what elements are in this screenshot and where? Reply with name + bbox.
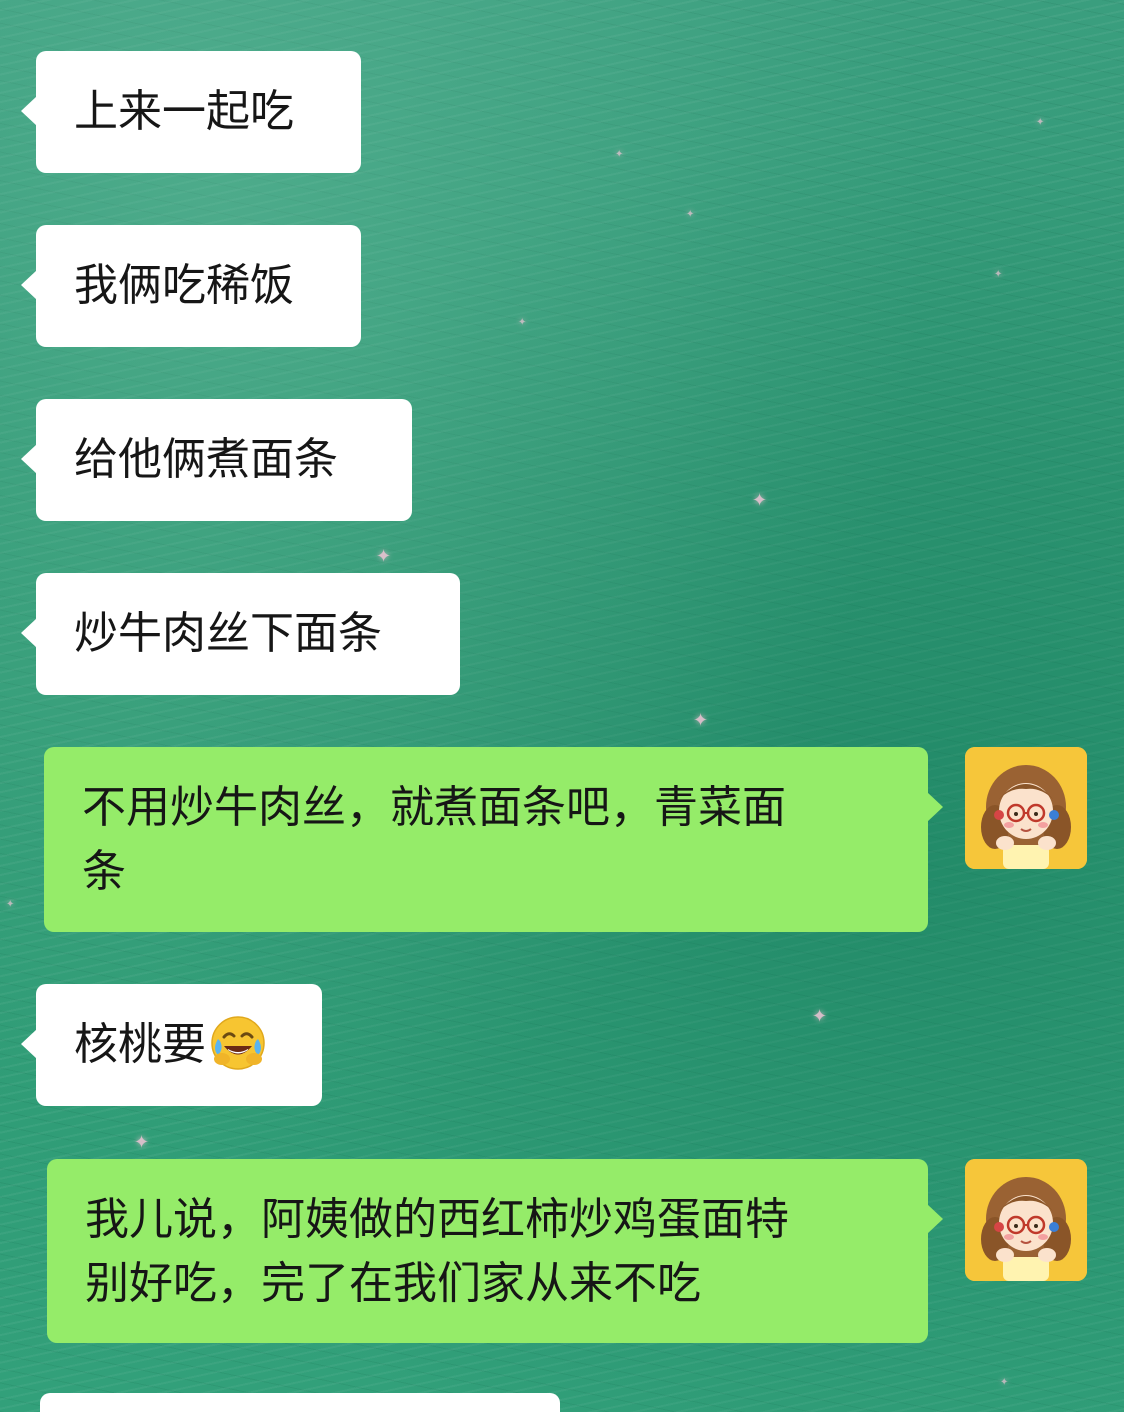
partial-message-bubble[interactable] [40, 1393, 560, 1412]
sparkle-icon: ✦ [518, 317, 527, 328]
sparkle-icon: ✦ [1036, 117, 1045, 128]
sparkle-icon: ✦ [6, 899, 15, 910]
incoming-message-bubble[interactable]: 炒牛肉丝下面条 [21, 573, 460, 695]
user-avatar[interactable] [965, 1159, 1087, 1281]
message-text: 我俩吃稀饭 [74, 260, 294, 311]
message-text-line: 条 [82, 846, 126, 897]
sparkle-icon: ✦ [994, 269, 1003, 280]
incoming-message-bubble[interactable]: 核桃要 [21, 984, 322, 1106]
sparkle-icon: ✦ [693, 710, 709, 731]
outgoing-message-bubble[interactable]: 不用炒牛肉丝，就煮面条吧，青菜面 条 [44, 747, 943, 932]
message-text: 给他俩煮面条 [74, 434, 338, 485]
message-text-line: 别好吃，完了在我们家从来不吃 [85, 1258, 701, 1309]
message-text: 炒牛肉丝下面条 [74, 608, 382, 659]
message-text-line: 不用炒牛肉丝，就煮面条吧，青菜面 [82, 782, 786, 833]
sparkle-icon: ✦ [686, 209, 695, 220]
incoming-message-bubble[interactable]: 上来一起吃 [21, 51, 361, 173]
sparkle-icon: ✦ [812, 1006, 828, 1027]
sparkle-icon: ✦ [752, 490, 768, 511]
message-text: 上来一起吃 [74, 86, 294, 137]
incoming-message-bubble[interactable]: 给他俩煮面条 [21, 399, 412, 521]
outgoing-message-bubble[interactable]: 我儿说，阿姨做的西红柿炒鸡蛋面特 别好吃，完了在我们家从来不吃 [47, 1159, 943, 1343]
user-avatar[interactable] [965, 747, 1087, 869]
girl-with-glasses-avatar-icon [965, 747, 1087, 869]
sparkle-icon: ✦ [1000, 1377, 1009, 1388]
face-with-tears-of-joy-icon [211, 1016, 265, 1070]
message-text-line: 我儿说，阿姨做的西红柿炒鸡蛋面特 [85, 1194, 789, 1245]
sparkle-icon: ✦ [615, 149, 624, 160]
incoming-message-bubble[interactable]: 我俩吃稀饭 [21, 225, 361, 347]
sparkle-icon: ✦ [376, 546, 392, 567]
girl-with-glasses-avatar-icon [965, 1159, 1087, 1281]
message-text: 核桃要 [74, 1019, 206, 1070]
sparkle-icon: ✦ [134, 1132, 150, 1153]
